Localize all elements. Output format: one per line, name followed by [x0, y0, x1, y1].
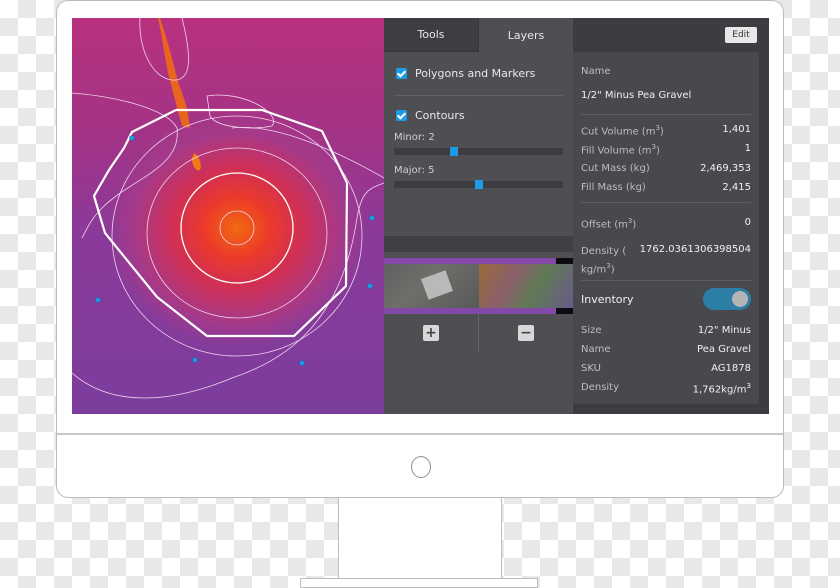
divider	[581, 202, 751, 203]
properties-content: Name 1/2" Minus Pea Gravel Cut Volume (m…	[573, 52, 759, 404]
minor-slider-thumb[interactable]	[449, 147, 458, 156]
elevation-thumbnail[interactable]: ✓	[479, 264, 630, 308]
inventory-item-row: Name Pea Gravel	[581, 344, 751, 355]
density-label: Density (	[581, 246, 627, 257]
metric-row: Cut Mass (kg) 2,469,353	[581, 163, 751, 174]
inventory-density-value: 1,762kg/m	[692, 384, 747, 396]
major-slider-thumb[interactable]	[475, 180, 484, 189]
name-label: Name	[581, 66, 611, 77]
metric-row: Fill Mass (kg) 2,415	[581, 182, 751, 193]
zoom-in-button[interactable]: +	[423, 325, 439, 341]
panel-tabs: Tools Layers	[384, 18, 573, 52]
inventory-item-label: SKU	[581, 363, 601, 374]
inventory-item-value: 1/2" Minus	[697, 325, 751, 336]
metric-label: Fill Mass (kg)	[581, 182, 646, 193]
major-slider-label: Major: 5	[394, 165, 435, 176]
inventory-density-sup: 3	[746, 382, 751, 390]
metric-row: Fill Volume (m3) 1	[581, 143, 751, 156]
name-value: 1/2" Minus Pea Gravel	[581, 90, 692, 101]
tab-layers[interactable]: Layers	[479, 18, 573, 52]
layer-label: Polygons and Markers	[415, 67, 536, 80]
inventory-density-label: Density	[581, 382, 620, 393]
zoom-controls: + −	[384, 314, 573, 352]
zoom-out-button[interactable]: −	[518, 325, 534, 341]
metric-row: Cut Volume (m3) 1,401	[581, 124, 751, 137]
offset-label: Offset (m	[581, 219, 628, 231]
layer-divider	[394, 95, 563, 96]
contour-lines	[72, 18, 384, 399]
metric-label: Cut Mass (kg)	[581, 163, 650, 174]
monitor-chin-divider	[57, 433, 783, 435]
inventory-row: Inventory	[581, 288, 751, 310]
app-screen: Tools Layers Polygons and Markers Contou…	[72, 18, 769, 414]
edit-button[interactable]: Edit	[725, 27, 757, 43]
inventory-item-row: Size 1/2" Minus	[581, 325, 751, 336]
density-row: Density (kg/m3) 1762.0361306398504	[581, 244, 751, 277]
thumbnail-detail	[421, 270, 453, 300]
metric-label: Cut Volume (m	[581, 126, 656, 138]
inventory-item-value: AG1878	[711, 363, 751, 374]
divider	[581, 114, 751, 115]
minor-slider-label: Minor: 2	[394, 132, 435, 143]
polygon-markers[interactable]	[95, 135, 375, 366]
inventory-toggle[interactable]	[703, 288, 751, 310]
basemap-header	[384, 236, 573, 252]
metric-value: 1	[744, 143, 751, 154]
metric-value: 2,415	[722, 182, 751, 193]
basemap-selector: ✓	[384, 258, 630, 314]
layer-contours[interactable]: Contours	[384, 109, 573, 122]
checkbox-checked-icon[interactable]	[396, 110, 407, 121]
density-value: 1762.0361306398504	[639, 244, 751, 255]
metric-value: 1,401	[722, 124, 751, 135]
inventory-label: Inventory	[581, 292, 634, 306]
properties-panel: Edit Name 1/2" Minus Pea Gravel Cut Volu…	[573, 18, 769, 414]
metric-value: 2,469,353	[700, 163, 751, 174]
monitor-camera-icon	[411, 456, 431, 478]
metric-suffix: )	[656, 145, 660, 157]
offset-suffix: )	[632, 219, 637, 231]
monitor-base	[300, 578, 538, 588]
inventory-item-row: Density 1,762kg/m3	[581, 382, 751, 395]
inventory-item-row: SKU AG1878	[581, 363, 751, 374]
major-slider[interactable]	[394, 180, 563, 189]
inventory-item-value: Pea Gravel	[697, 344, 751, 355]
layers-panel: Tools Layers Polygons and Markers Contou…	[384, 18, 630, 414]
checkbox-checked-icon[interactable]	[396, 68, 407, 79]
layer-polygons-markers[interactable]: Polygons and Markers	[384, 67, 573, 80]
layer-label: Contours	[415, 109, 465, 122]
inventory-item-label: Name	[581, 344, 611, 355]
contour-peak	[219, 210, 255, 246]
offset-value: 0	[744, 217, 751, 228]
offset-row: Offset (m3) 0	[581, 217, 751, 230]
major-contour	[180, 172, 294, 284]
inventory-item-label: Size	[581, 325, 602, 336]
minor-slider[interactable]	[394, 147, 563, 156]
monitor-stand	[338, 498, 502, 582]
satellite-thumbnail[interactable]	[384, 264, 479, 308]
divider	[581, 280, 751, 281]
map-view[interactable]	[72, 18, 384, 414]
toggle-knob[interactable]	[732, 291, 748, 307]
metric-suffix: )	[659, 126, 664, 138]
map-overlay	[72, 18, 384, 399]
tab-tools[interactable]: Tools	[384, 18, 479, 52]
density-suffix: )	[610, 264, 615, 276]
density-label-unit: kg/m	[581, 264, 607, 276]
metric-label: Fill Volume (m	[581, 145, 652, 157]
